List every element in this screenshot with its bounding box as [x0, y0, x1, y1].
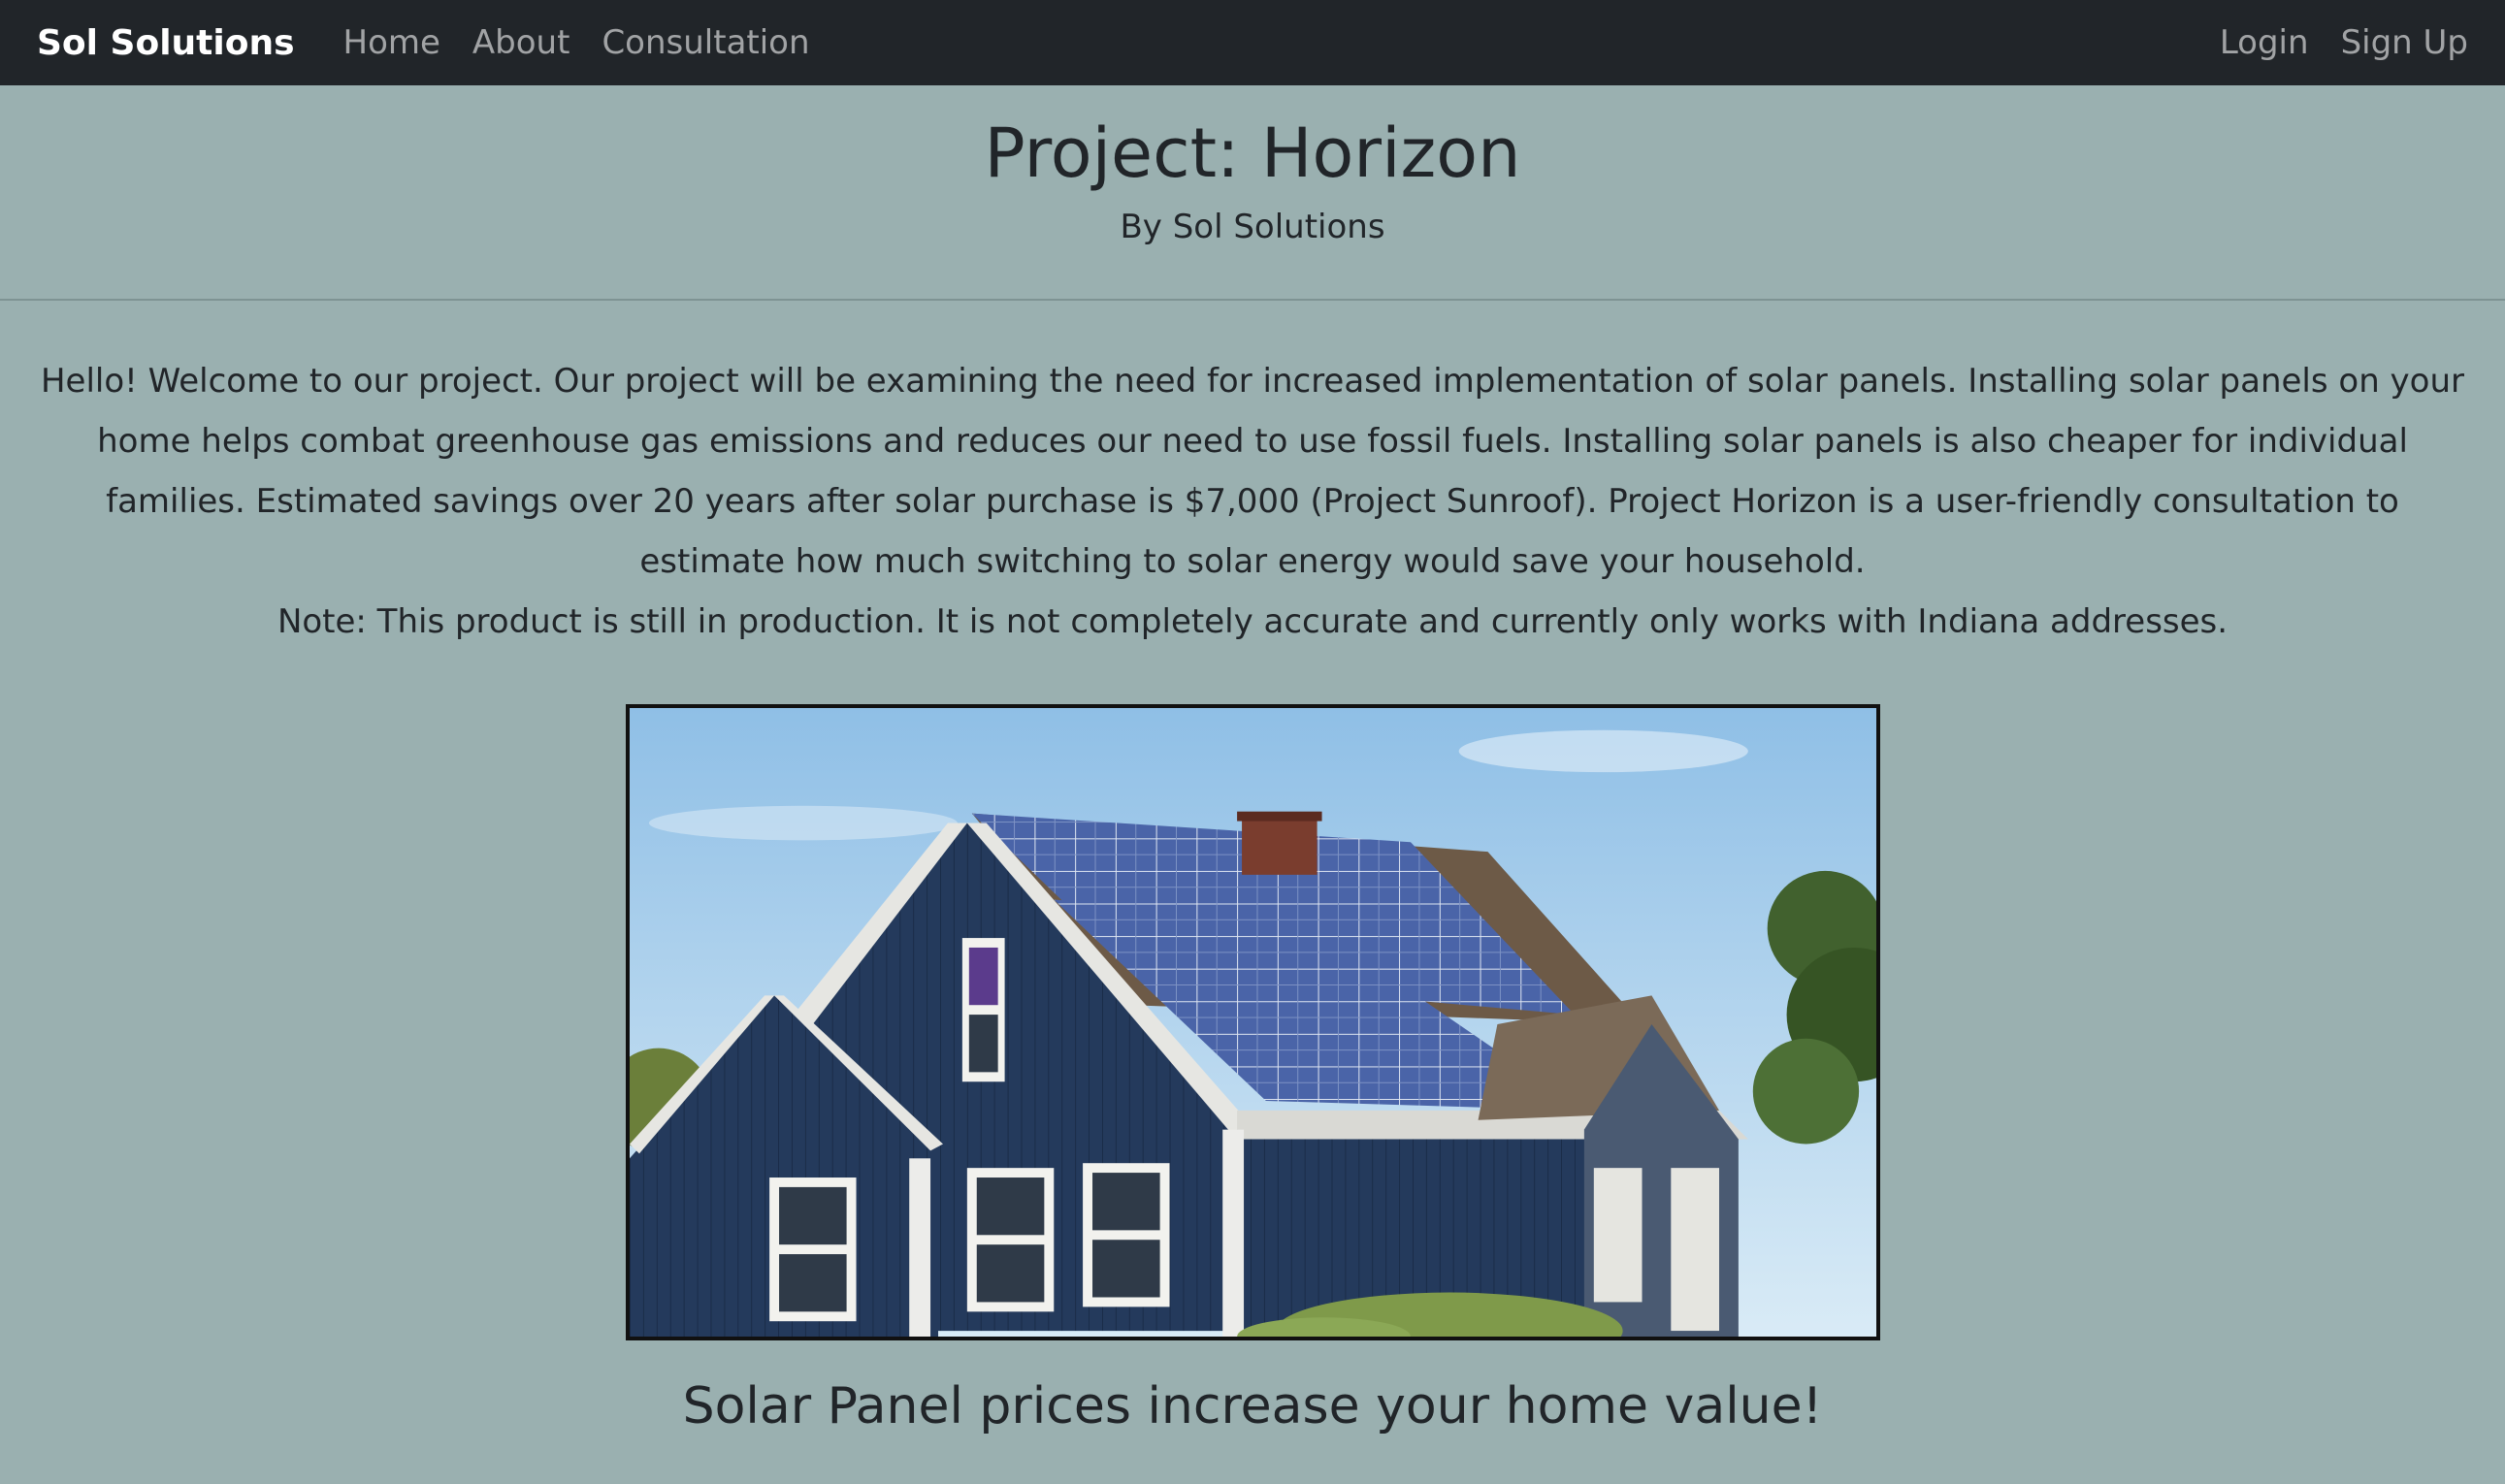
- home-value-tagline: Solar Panel prices increase your home va…: [682, 1377, 1823, 1436]
- hero-image: [626, 704, 1880, 1340]
- brand-logo-link[interactable]: Sol Solutions: [37, 23, 295, 63]
- solar-house-illustration: [630, 708, 1876, 1337]
- page-header: Project: Horizon By Sol Solutions: [0, 85, 2505, 301]
- nav-auth-links: Login Sign Up: [2220, 23, 2468, 62]
- page-title: Project: Horizon: [984, 113, 1521, 193]
- nav-link-sign-up[interactable]: Sign Up: [2341, 23, 2468, 62]
- nav-link-consultation[interactable]: Consultation: [602, 23, 809, 62]
- nav-link-about[interactable]: About: [472, 23, 570, 62]
- production-note: Note: This product is still in productio…: [277, 602, 2228, 641]
- top-navbar: Sol Solutions Home About Consultation Lo…: [0, 0, 2505, 85]
- nav-link-login[interactable]: Login: [2220, 23, 2309, 62]
- page-subtitle: By Sol Solutions: [1120, 208, 1385, 246]
- nav-link-home[interactable]: Home: [343, 23, 440, 62]
- intro-section: Hello! Welcome to our project. Our proje…: [29, 351, 2476, 652]
- intro-paragraph: Hello! Welcome to our project. Our proje…: [40, 362, 2465, 581]
